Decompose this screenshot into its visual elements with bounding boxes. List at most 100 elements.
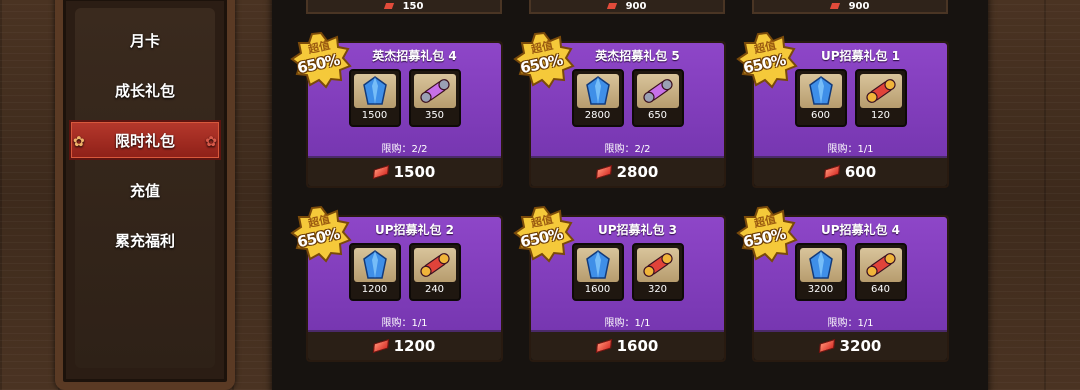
price-label: 2800: [616, 163, 659, 181]
item-slot-scroll[interactable]: 640: [854, 243, 907, 301]
value-badge: 超值 650%: [513, 31, 575, 89]
scroll-red-icon: [419, 253, 450, 277]
red-gem-icon: [372, 338, 389, 354]
item-count: 2800: [584, 110, 611, 121]
price-label: 3200: [839, 337, 882, 355]
gift-pack-card[interactable]: 英杰招募礼包 5 2800 650 限购：2/2 2800 超值 650%: [513, 31, 726, 188]
purchase-limit: 限购：1/1: [827, 144, 874, 155]
item-count: 1200: [361, 284, 388, 295]
gem-icon: [383, 3, 394, 9]
item-slot-scroll[interactable]: 120: [854, 69, 907, 127]
item-picture: [413, 74, 456, 108]
sidebar-item-limited-pack[interactable]: ✿ 限时礼包 ✿: [69, 120, 221, 160]
item-count: 600: [810, 110, 831, 121]
sidebar-panel: 月卡 成长礼包 ✿ 限时礼包 ✿ 充值 累充福利: [55, 0, 235, 390]
buy-button[interactable]: 600: [754, 156, 947, 186]
card-title: 英杰招募礼包 5: [595, 49, 680, 63]
sidebar-item-label: 充值: [129, 181, 160, 200]
item-picture: [799, 248, 842, 282]
scroll-red-icon: [642, 253, 673, 277]
value-badge: 超值 650%: [290, 31, 352, 89]
price-label: 600: [844, 163, 877, 181]
buy-button[interactable]: 1200: [308, 330, 501, 360]
item-slot-scroll[interactable]: 350: [408, 69, 461, 127]
purchase-limit: 限购：1/1: [827, 318, 874, 329]
flower-icon: ✿: [205, 134, 217, 150]
item-picture: [413, 248, 456, 282]
gift-pack-card[interactable]: UP招募礼包 3 1600 320 限购：1/1 1600 超值 650%: [513, 205, 726, 362]
item-slot-crystal[interactable]: 600: [794, 69, 847, 127]
item-slot-crystal[interactable]: 1600: [571, 243, 624, 301]
top-card-footer[interactable]: 900: [529, 0, 725, 14]
price-label: 900: [625, 0, 647, 12]
scroll-red-icon: [865, 79, 896, 103]
card-title: 英杰招募礼包 4: [372, 49, 457, 63]
value-badge: 超值 650%: [736, 205, 798, 263]
item-slot-scroll[interactable]: 320: [631, 243, 684, 301]
purchase-limit: 限购：1/1: [604, 318, 651, 329]
scroll-purple-icon: [642, 79, 673, 103]
gift-pack-card[interactable]: UP招募礼包 2 1200 240 限购：1/1 1200 超值 650%: [290, 205, 503, 362]
blue-crystal-icon: [362, 76, 387, 105]
buy-button[interactable]: 2800: [531, 156, 724, 186]
card-title: UP招募礼包 3: [597, 223, 678, 237]
red-gem-icon: [818, 338, 835, 354]
value-badge: 超值 650%: [513, 205, 575, 263]
blue-crystal-icon: [808, 250, 833, 279]
price-label: 900: [848, 0, 870, 12]
item-slot-crystal[interactable]: 2800: [571, 69, 624, 127]
price-label: 1500: [393, 163, 436, 181]
red-gem-icon: [823, 164, 841, 180]
purchase-limit: 限购：2/2: [381, 144, 428, 155]
item-count: 320: [647, 284, 668, 295]
sidebar-item-recharge[interactable]: 充值: [75, 170, 215, 210]
gift-pack-card[interactable]: UP招募礼包 1 600 120 限购：1/1 600 超值 650%: [736, 31, 949, 188]
item-count: 3200: [807, 284, 834, 295]
buy-button[interactable]: 1600: [531, 330, 724, 360]
item-slot-scroll[interactable]: 650: [631, 69, 684, 127]
price-label: 150: [402, 0, 424, 12]
price-label: 1200: [393, 337, 436, 355]
item-count: 240: [424, 284, 445, 295]
item-slot-crystal[interactable]: 1200: [348, 243, 401, 301]
top-card-footer[interactable]: 150: [306, 0, 502, 14]
item-slot-crystal[interactable]: 3200: [794, 243, 847, 301]
value-badge: 超值 650%: [736, 31, 798, 89]
item-slot-crystal[interactable]: 1500: [348, 69, 401, 127]
sidebar-inner: 月卡 成长礼包 ✿ 限时礼包 ✿ 充值 累充福利: [69, 8, 221, 368]
price-label: 1600: [616, 337, 659, 355]
gift-pack-card[interactable]: UP招募礼包 4 3200 640 限购：1/1 3200 超值 650%: [736, 205, 949, 362]
red-gem-icon: [372, 164, 389, 180]
flower-icon: ✿: [73, 134, 85, 150]
sidebar-item-growth-pack[interactable]: 成长礼包: [75, 70, 215, 110]
sidebar-item-cumulative-rewards[interactable]: 累充福利: [75, 220, 215, 260]
scroll-purple-icon: [419, 79, 450, 103]
item-count: 1500: [361, 110, 388, 121]
buy-button[interactable]: 1500: [308, 156, 501, 186]
card-title: UP招募礼包 1: [820, 49, 901, 63]
gem-icon: [606, 3, 617, 9]
item-picture: [636, 248, 679, 282]
gift-pack-card[interactable]: 英杰招募礼包 4 1500 350 限购：2/2 1500 超值 650%: [290, 31, 503, 188]
sidebar-item-label: 月卡: [129, 31, 160, 50]
top-card-footer[interactable]: 900: [752, 0, 948, 14]
item-picture: [353, 74, 396, 108]
item-count: 650: [647, 110, 668, 121]
card-title: UP招募礼包 2: [374, 223, 455, 237]
item-slot-scroll[interactable]: 240: [408, 243, 461, 301]
item-picture: [576, 248, 619, 282]
card-title: UP招募礼包 4: [820, 223, 901, 237]
value-badge: 超值 650%: [290, 205, 352, 263]
red-gem-icon: [595, 338, 612, 354]
red-gem-icon: [595, 164, 612, 180]
gem-icon: [829, 3, 840, 9]
sidebar-item-label: 成长礼包: [114, 81, 175, 100]
item-count: 350: [424, 110, 445, 121]
item-count: 640: [870, 284, 891, 295]
item-picture: [636, 74, 679, 108]
item-picture: [576, 74, 619, 108]
shop-panel: 150 900 900 英杰招募礼包 4 1500 350 限购：2/2 150…: [272, 0, 988, 390]
scroll-red-icon: [865, 253, 896, 277]
buy-button[interactable]: 3200: [754, 330, 947, 360]
sidebar-item-monthly-card[interactable]: 月卡: [75, 20, 215, 60]
